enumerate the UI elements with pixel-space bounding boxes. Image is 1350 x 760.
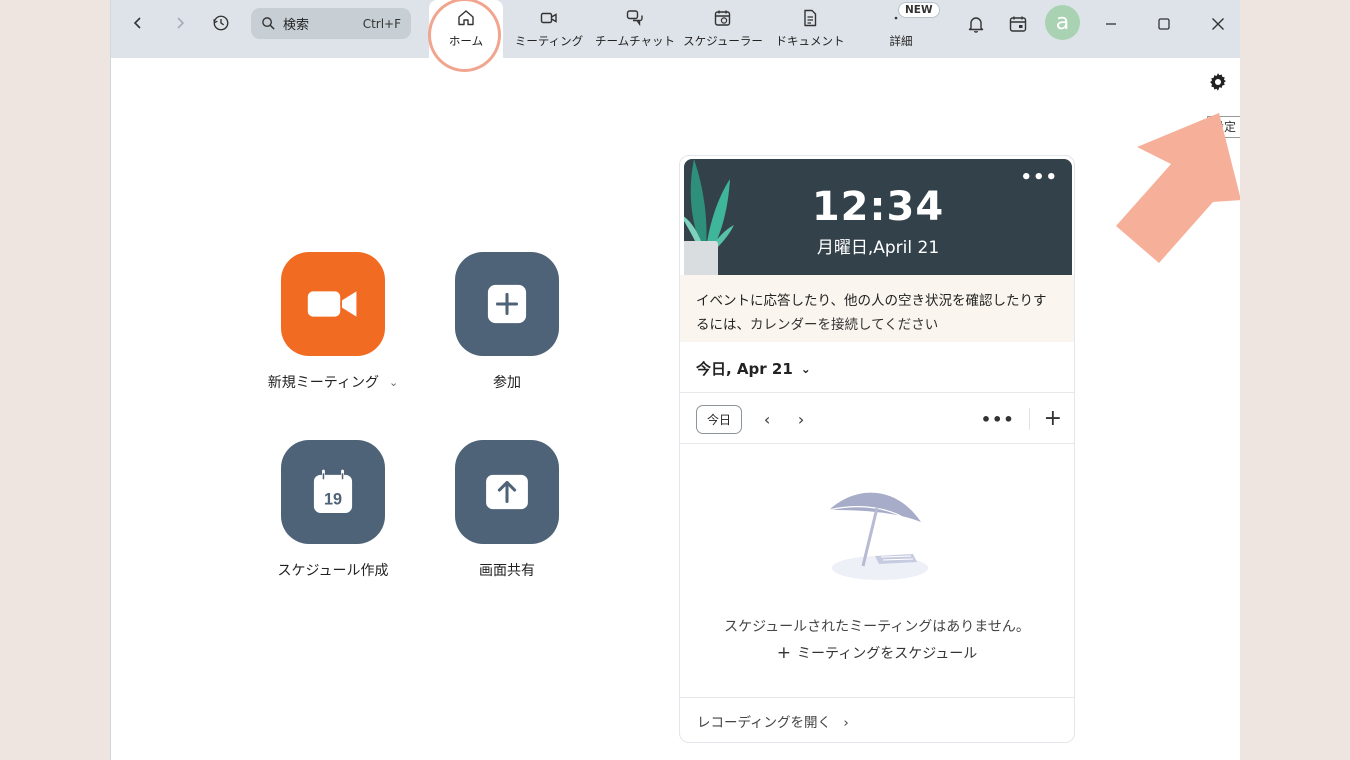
- search-shortcut: Ctrl+F: [362, 16, 401, 31]
- minimize-button[interactable]: [1098, 11, 1124, 37]
- join-label: 参加: [493, 375, 521, 391]
- divider: [680, 697, 1074, 698]
- tab-team-chat-label: チームチャット: [594, 34, 676, 48]
- share-screen-action[interactable]: 画面共有: [437, 440, 577, 580]
- maximize-icon: [1158, 18, 1170, 30]
- calendar-icon: [1009, 16, 1027, 32]
- connect-calendar-notice: イベントに応答したり、他の人の空き状況を確認したりす るには、カレンダーを接続し…: [680, 275, 1074, 342]
- join-button[interactable]: [455, 252, 559, 356]
- forward-button[interactable]: [167, 10, 193, 36]
- tab-meetings[interactable]: ミーティング: [513, 0, 585, 58]
- tab-scheduler[interactable]: スケジューラー: [683, 0, 763, 58]
- new-meeting-button[interactable]: [281, 252, 385, 356]
- join-action[interactable]: 参加: [437, 252, 577, 392]
- chevron-right-icon: [177, 17, 185, 29]
- schedule-meeting-link-label: ミーティングをスケジュール: [797, 646, 978, 662]
- schedule-label: スケジュール作成: [277, 563, 389, 579]
- plus-icon: +: [776, 643, 792, 663]
- clock-header: 12:34 月曜日,April 21 •••: [684, 159, 1072, 275]
- tab-team-chat[interactable]: チームチャット: [594, 0, 676, 58]
- close-icon: [1212, 18, 1224, 30]
- divider: [680, 443, 1074, 444]
- chat-bubbles-icon: [626, 10, 643, 27]
- tab-more-label: 詳細: [889, 34, 913, 48]
- calendar-panel: 12:34 月曜日,April 21 ••• イベントに応答したり、他の人の空き…: [679, 155, 1075, 743]
- minimize-icon: [1106, 23, 1116, 25]
- notice-line1: イベントに応答したり、他の人の空き状況を確認したりす: [696, 293, 1047, 309]
- notifications-button[interactable]: [963, 11, 989, 37]
- calendar-more-button[interactable]: •••: [981, 410, 1015, 429]
- video-camera-icon: [540, 12, 557, 24]
- home-highlight-circle: [428, 0, 501, 72]
- calendar-icon: 19: [313, 469, 353, 513]
- avatar[interactable]: a: [1045, 5, 1080, 40]
- document-icon: [804, 9, 817, 27]
- chevron-left-icon: [133, 17, 141, 29]
- share-screen-button[interactable]: [455, 440, 559, 544]
- history-button[interactable]: [208, 10, 234, 36]
- plus-icon: [487, 284, 527, 324]
- search-icon: [262, 17, 275, 30]
- calendar-button[interactable]: [1005, 11, 1031, 37]
- close-window-button[interactable]: [1205, 11, 1231, 37]
- top-toolbar: 検索 Ctrl+F ホーム ミーティング チームチャット スケジューラー ドキュ…: [111, 0, 1240, 72]
- video-camera-icon: [307, 291, 357, 317]
- tab-documents[interactable]: ドキュメント: [775, 0, 845, 58]
- new-meeting-action[interactable]: 新規ミーティング ⌄: [263, 252, 403, 392]
- empty-state-text: スケジュールされたミーティングはありません。: [724, 619, 1030, 635]
- app-window: 検索 Ctrl+F ホーム ミーティング チームチャット スケジューラー ドキュ…: [110, 0, 1240, 760]
- clock-date: 月曜日,April 21: [816, 238, 940, 258]
- pointing-arrow: [1116, 113, 1240, 263]
- chevron-down-icon[interactable]: ⌄: [389, 376, 398, 389]
- clock-time: 12:34: [811, 184, 945, 230]
- divider: [680, 392, 1074, 393]
- date-selector-label: 今日, Apr 21: [696, 360, 793, 378]
- next-day-button[interactable]: ›: [792, 410, 810, 429]
- new-meeting-label-row: 新規ミーティング ⌄: [268, 372, 398, 392]
- prev-day-button[interactable]: ‹: [758, 410, 776, 429]
- chevron-right-icon: ›: [843, 715, 849, 731]
- schedule-button[interactable]: 19: [281, 440, 385, 544]
- date-selector[interactable]: 今日, Apr 21 ⌄: [696, 358, 811, 379]
- schedule-action[interactable]: 19 スケジュール作成: [263, 440, 403, 580]
- clock-more-button[interactable]: •••: [1020, 167, 1058, 188]
- connect-calendar-link[interactable]: カレンダーを接続してください: [750, 317, 938, 333]
- bell-icon: [968, 17, 984, 33]
- notice-line2-prefix: るには、: [696, 317, 750, 333]
- open-recordings-label: レコーディングを開く: [697, 715, 832, 731]
- tab-scheduler-label: スケジューラー: [683, 34, 763, 48]
- calendar-day-number: 19: [324, 490, 342, 508]
- open-recordings-link[interactable]: レコーディングを開く ›: [697, 711, 849, 731]
- calendar-toolbar: 今日 ‹ › ••• +: [696, 404, 1062, 434]
- settings-button[interactable]: [1206, 70, 1230, 94]
- add-event-button[interactable]: +: [1044, 408, 1062, 430]
- gear-icon: [1210, 73, 1226, 91]
- share-screen-label: 画面共有: [479, 563, 535, 579]
- beach-umbrella-illustration: [828, 492, 928, 580]
- history-icon: [213, 15, 229, 31]
- calendar-clock-icon: [714, 10, 731, 26]
- new-badge: NEW: [898, 2, 940, 18]
- schedule-meeting-link[interactable]: + ミーティングをスケジュール: [680, 643, 1074, 663]
- new-meeting-label: 新規ミーティング: [267, 375, 379, 391]
- tab-documents-label: ドキュメント: [775, 34, 845, 48]
- divider: [1028, 408, 1030, 430]
- share-screen-icon: [486, 474, 528, 510]
- chevron-down-icon: ⌄: [800, 361, 811, 376]
- back-button[interactable]: [125, 10, 151, 36]
- search-box[interactable]: 検索 Ctrl+F: [251, 8, 411, 39]
- maximize-button[interactable]: [1151, 11, 1177, 37]
- today-button[interactable]: 今日: [696, 404, 743, 434]
- tab-meetings-label: ミーティング: [514, 34, 584, 48]
- search-label: 検索: [283, 18, 310, 33]
